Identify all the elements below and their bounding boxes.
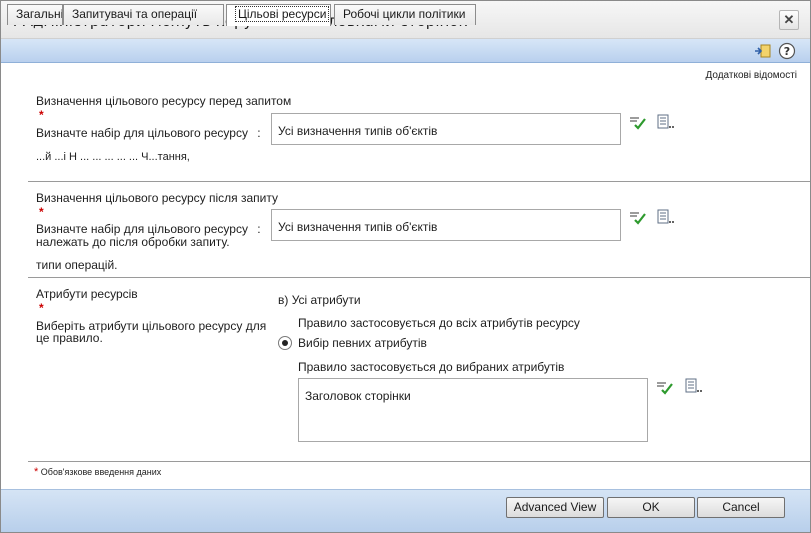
after-request-desc-line2: належать до після обробки запиту. xyxy=(36,235,230,249)
tab-general-label: Загальні xyxy=(16,7,63,21)
specific-attributes-radio[interactable] xyxy=(278,336,292,350)
after-request-desc-colon: : xyxy=(257,222,261,236)
browse-list-icon[interactable] xyxy=(657,114,675,130)
tab-requestors-label: Запитувачі та операції xyxy=(72,7,198,21)
checkmark-list-icon[interactable] xyxy=(629,211,647,225)
before-request-field[interactable]: Усі визначення типів об'єктів xyxy=(271,113,621,145)
add-document-icon[interactable] xyxy=(754,42,772,60)
help-icon[interactable]: ? xyxy=(778,42,796,60)
before-request-desc-colon: : xyxy=(257,126,261,140)
tab-bar xyxy=(1,39,810,63)
tab-target-resources[interactable]: Цільові ресурси xyxy=(226,4,331,26)
checkmark-list-icon[interactable] xyxy=(629,116,647,130)
specific-attributes-option[interactable]: Вибір певних атрибутів xyxy=(298,336,427,350)
specific-attributes-desc: Правило застосовується до вибраних атриб… xyxy=(298,360,565,374)
tab-policy-workflows[interactable]: Робочі цикли політики xyxy=(334,4,476,25)
tab-requestors-operations[interactable]: Запитувачі та операції xyxy=(63,4,224,25)
before-request-desc-line2: ...й ...і Н ... ... ... ... ... Ч...танн… xyxy=(36,151,190,163)
required-marker: * xyxy=(39,205,44,219)
section-divider xyxy=(28,277,810,278)
required-marker: * xyxy=(39,108,44,122)
required-marker: * xyxy=(39,301,44,315)
cancel-button[interactable]: Cancel xyxy=(697,497,785,518)
selected-attributes-field[interactable]: Заголовок сторінки xyxy=(298,378,648,442)
required-note-text: Обов'язкове введення даних xyxy=(40,467,162,477)
all-attributes-option[interactable]: в) Усі атрибути xyxy=(278,293,361,307)
tab-workflows-label: Робочі цикли політики xyxy=(343,7,466,21)
advanced-view-button[interactable]: Advanced View xyxy=(506,497,604,518)
more-info-link[interactable]: Додаткові відомості xyxy=(705,70,797,81)
svg-text:?: ? xyxy=(784,45,790,58)
before-request-title: Визначення цільового ресурсу перед запит… xyxy=(36,94,292,108)
ok-button[interactable]: OK xyxy=(607,497,695,518)
tab-target-label: Цільові ресурси xyxy=(235,6,330,22)
browse-list-icon[interactable] xyxy=(685,378,703,394)
section-divider xyxy=(28,461,810,462)
required-note: * Обов'язкове введення даних xyxy=(34,466,161,478)
before-request-desc: Визначте набір для цільового ресурсу : xyxy=(36,127,261,140)
required-note-star: * xyxy=(34,466,39,478)
after-request-desc-line3: типи операцій. xyxy=(36,258,118,272)
attributes-desc-line2: це правило. xyxy=(36,331,103,345)
tab-general[interactable]: Загальні xyxy=(7,4,63,25)
checkmark-list-icon[interactable] xyxy=(656,381,674,395)
after-request-desc-line1: Визначте набір для цільового ресурсу xyxy=(36,222,248,236)
after-request-title: Визначення цільового ресурсу після запит… xyxy=(36,191,278,205)
all-attributes-desc: Правило застосовується до всіх атрибутів… xyxy=(298,316,580,330)
before-request-desc-line1: Визначте набір для цільового ресурсу xyxy=(36,126,248,140)
browse-list-icon[interactable] xyxy=(657,209,675,225)
close-button[interactable]: ✕ xyxy=(779,10,799,30)
section-divider xyxy=(28,181,810,182)
dialog-window: ! Адміністратори можуть керувати заголов… xyxy=(0,0,811,533)
attributes-title: Атрибути ресурсів xyxy=(36,287,138,301)
after-request-field[interactable]: Усі визначення типів об'єктів xyxy=(271,209,621,241)
